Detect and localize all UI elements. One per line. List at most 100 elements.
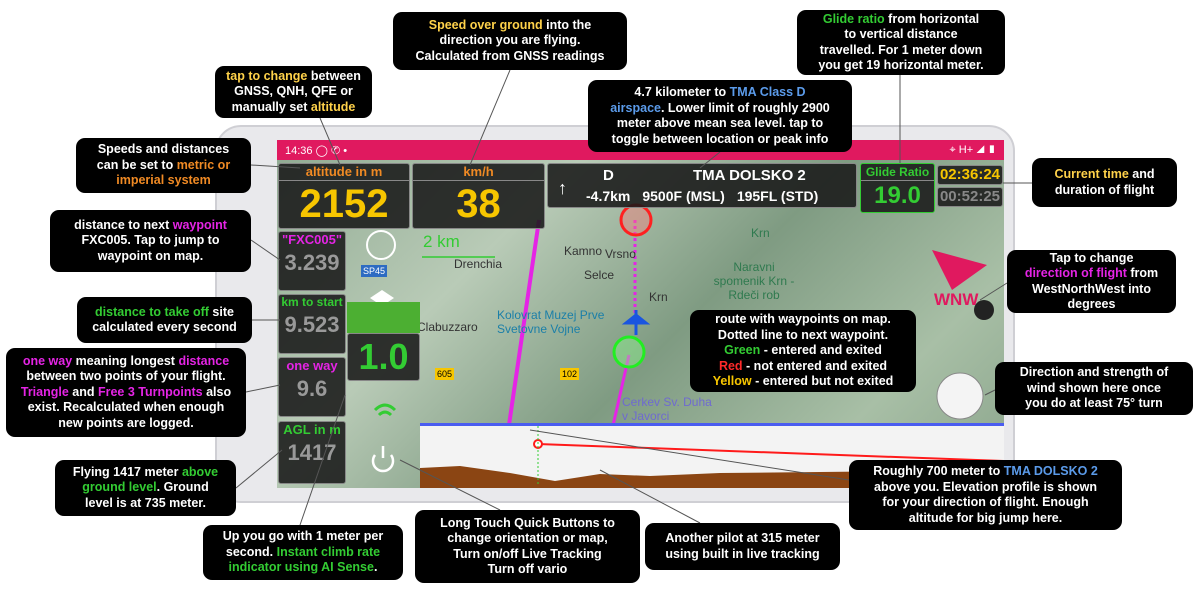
callout-text: toggle between location or peak info (611, 131, 829, 146)
vario-value[interactable]: 1.0 (347, 333, 420, 381)
callout-text: meaning longest (72, 353, 179, 368)
callout-line: exist. Recalculated when enough (14, 400, 238, 416)
callout-line: Direction and strength of (1003, 365, 1185, 381)
callout-line: Tap to change (1015, 251, 1168, 267)
altitude-value: 2152 (299, 182, 389, 226)
callout-text: for your direction of flight. Enough (882, 495, 1089, 509)
callout-text: FXC005. Tap to jump to (81, 233, 220, 248)
callout-text: waypoint (172, 217, 227, 232)
annotation-callout: one way meaning longest distance between … (6, 348, 246, 437)
callout-line: GNSS, QNH, QFE or (223, 84, 364, 100)
speed-panel[interactable]: km/h 38 (412, 163, 545, 229)
callout-line: you do at least 75° turn (1003, 396, 1185, 412)
callout-text: indicator using AI Sense (228, 560, 374, 575)
callout-text: direction of flight (1024, 266, 1127, 280)
callout-text: altitude (310, 99, 356, 114)
one-way-panel[interactable]: one way 9.6 (278, 357, 346, 417)
callout-text: Calculated from GNSS readings (415, 48, 605, 63)
callout-text: you get 19 horizontal meter. (818, 58, 984, 72)
callout-line: direction you are flying. (401, 33, 619, 49)
callout-text: Up you go with 1 meter per (222, 529, 384, 544)
callout-line: between two points of your flight. (14, 369, 238, 385)
callout-line: direction of flight from (1015, 266, 1168, 282)
callout-text: imperial system (116, 173, 211, 188)
callout-line: can be set to metric or (84, 158, 243, 174)
map-label[interactable]: Naravni spomenik Krn - Rdeči rob (709, 260, 799, 302)
map-label[interactable]: Drenchia (454, 257, 502, 271)
callout-text: duration of flight (1054, 182, 1155, 197)
callout-text: GNSS, QNH, QFE or (234, 84, 353, 99)
glide-ratio-panel[interactable]: Glide Ratio 19.0 (860, 163, 935, 213)
callout-line: above you. Elevation profile is shown (857, 480, 1114, 496)
callout-line: tap to change between (223, 69, 364, 85)
callout-line: new points are logged. (14, 416, 238, 432)
callout-line: airspace. Lower limit of roughly 2900 (596, 101, 844, 117)
callout-text: Green (724, 343, 761, 358)
wind-direction-label[interactable]: WNW (934, 290, 978, 310)
altitude-label: altitude in m (279, 164, 409, 181)
agl-label: AGL in m (283, 422, 341, 437)
callout-line: ground level. Ground (63, 480, 228, 496)
callout-line: level is at 735 meter. (63, 496, 228, 512)
callout-text: can be set to (96, 157, 177, 172)
callout-text: distance to next (74, 217, 173, 232)
wind-indicator (936, 372, 984, 420)
callout-text: meter above mean sea level. tap to (616, 116, 824, 130)
callout-text: change orientation or map, (447, 531, 608, 545)
callout-line: meter above mean sea level. tap to (596, 116, 844, 132)
annotation-callout: Direction and strength of wind shown here… (995, 362, 1193, 415)
callout-text: Direction and strength of (1019, 365, 1169, 380)
altitude-panel[interactable]: altitude in m 2152 (278, 163, 410, 229)
annotation-callout: route with waypoints on map. Dotted line … (690, 310, 916, 392)
callout-text: above you. Elevation profile is shown (874, 479, 1097, 494)
callout-text: travelled. For 1 meter down (819, 42, 983, 57)
callout-text: metric or (176, 157, 231, 172)
callout-text: Current time (1054, 167, 1129, 181)
annotation-callout: Speed over ground into the direction you … (393, 12, 627, 70)
map-label[interactable]: Kamno (564, 244, 602, 258)
annotation-callout: Current time and duration of flight (1032, 158, 1177, 207)
callout-text: wind shown here once (1026, 380, 1162, 395)
map-label[interactable]: Kolovrat Muzej Prve Svetovne Vojne (497, 308, 622, 336)
callout-text: Turn off vario (487, 562, 568, 576)
airspace-panel[interactable]: ↑ D TMA DOLSKO 2 -4.7km 9500F (MSL) 195F… (547, 163, 857, 208)
road-badge: SP45 (361, 265, 388, 277)
current-time[interactable]: 02:36:24 (937, 165, 1003, 185)
airspace-class: D (603, 167, 614, 184)
callout-text: Glide ratio (822, 11, 885, 26)
callout-line: Calculated from GNSS readings (401, 49, 619, 65)
map-label[interactable]: Selce (584, 268, 614, 282)
flight-duration[interactable]: 00:52:25 (937, 187, 1003, 207)
agl-panel[interactable]: AGL in m 1417 (278, 421, 346, 484)
annotation-callout: Glide ratio from horizontal to vertical d… (797, 10, 1005, 75)
callout-line: WestNorthWest into (1015, 282, 1168, 298)
next-waypoint-panel[interactable]: "FXC005" 3.239 (278, 231, 346, 291)
map-label[interactable]: Cerkev Sv. Duha v Javorci (622, 395, 712, 423)
callout-text: above (181, 464, 219, 479)
callout-text: route with waypoints on map. (715, 312, 891, 327)
callout-line: Flying 1417 meter above (63, 465, 228, 481)
annotation-callout: Long Touch Quick Buttons to change orient… (415, 510, 640, 583)
map-label[interactable]: Krn (649, 290, 668, 304)
callout-line: toggle between location or peak info (596, 132, 844, 148)
callout-text: Speeds and distances (97, 142, 230, 157)
callout-line: 4.7 kilometer to TMA Class D (596, 85, 844, 101)
callout-line: Speed over ground into the (401, 18, 619, 34)
map-label[interactable]: Clabuzzaro (417, 320, 478, 334)
airspace-msl: 9500F (MSL) (642, 188, 725, 204)
map-label[interactable]: Krn (751, 226, 770, 240)
callout-line: distance to take off site (85, 305, 244, 321)
live-tracking-icon (373, 403, 397, 417)
callout-text: and (68, 384, 98, 399)
waypoint-red (619, 203, 653, 237)
wind-direction-arrow (932, 250, 987, 290)
callout-text: Roughly 700 meter to (873, 464, 1004, 478)
callout-line: duration of flight (1040, 183, 1169, 199)
callout-line: imperial system (84, 173, 243, 189)
map-label[interactable]: Vrsno (605, 247, 636, 261)
callout-text: also (202, 384, 232, 399)
glide-ratio-value: 19.0 (874, 182, 921, 209)
callout-line: one way meaning longest distance (14, 354, 238, 370)
distance-to-start-panel[interactable]: km to start 9.523 (278, 294, 346, 354)
map-scale: 2 km (423, 232, 460, 251)
